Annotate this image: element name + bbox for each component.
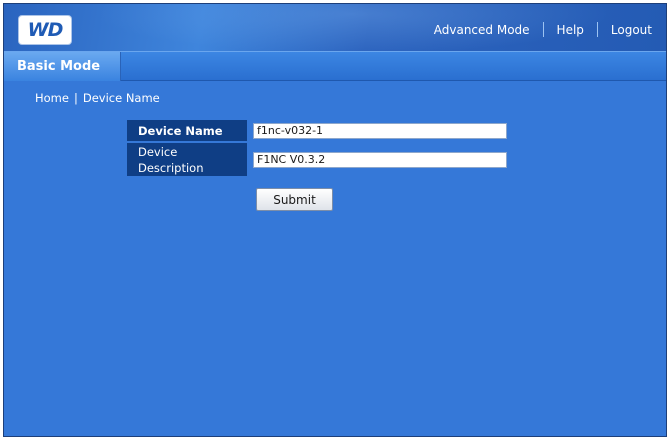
breadcrumb: Home | Device Name — [35, 91, 160, 105]
top-navigation: Advanced Mode Help Logout — [434, 22, 652, 37]
breadcrumb-home-link[interactable]: Home — [35, 91, 69, 105]
device-description-row: Device Description — [127, 143, 507, 176]
advanced-mode-link[interactable]: Advanced Mode — [434, 23, 530, 37]
logo-text: WD — [27, 19, 64, 41]
tab-strip: Basic Mode — [4, 51, 666, 81]
device-name-row: Device Name — [127, 120, 507, 141]
submit-button[interactable]: Submit — [256, 188, 333, 211]
breadcrumb-separator: | — [73, 91, 78, 105]
breadcrumb-current: Device Name — [82, 91, 160, 105]
tab-basic-mode[interactable]: Basic Mode — [4, 52, 121, 81]
device-name-form: Device Name Device Description — [127, 120, 507, 176]
logout-link[interactable]: Logout — [611, 23, 652, 37]
device-description-label-line2: Description — [138, 160, 204, 175]
device-description-label: Device Description — [127, 143, 247, 176]
app-window: WD Advanced Mode Help Logout Basic Mode … — [3, 3, 667, 437]
nav-divider — [542, 22, 544, 37]
device-name-input[interactable] — [253, 122, 507, 139]
wd-logo: WD — [19, 16, 71, 44]
device-description-input[interactable] — [253, 151, 507, 168]
header-bar: WD Advanced Mode Help Logout — [4, 4, 666, 54]
nav-divider — [596, 22, 598, 37]
device-description-label-line1: Device — [138, 144, 178, 159]
help-link[interactable]: Help — [557, 23, 584, 37]
device-name-label: Device Name — [127, 120, 247, 141]
